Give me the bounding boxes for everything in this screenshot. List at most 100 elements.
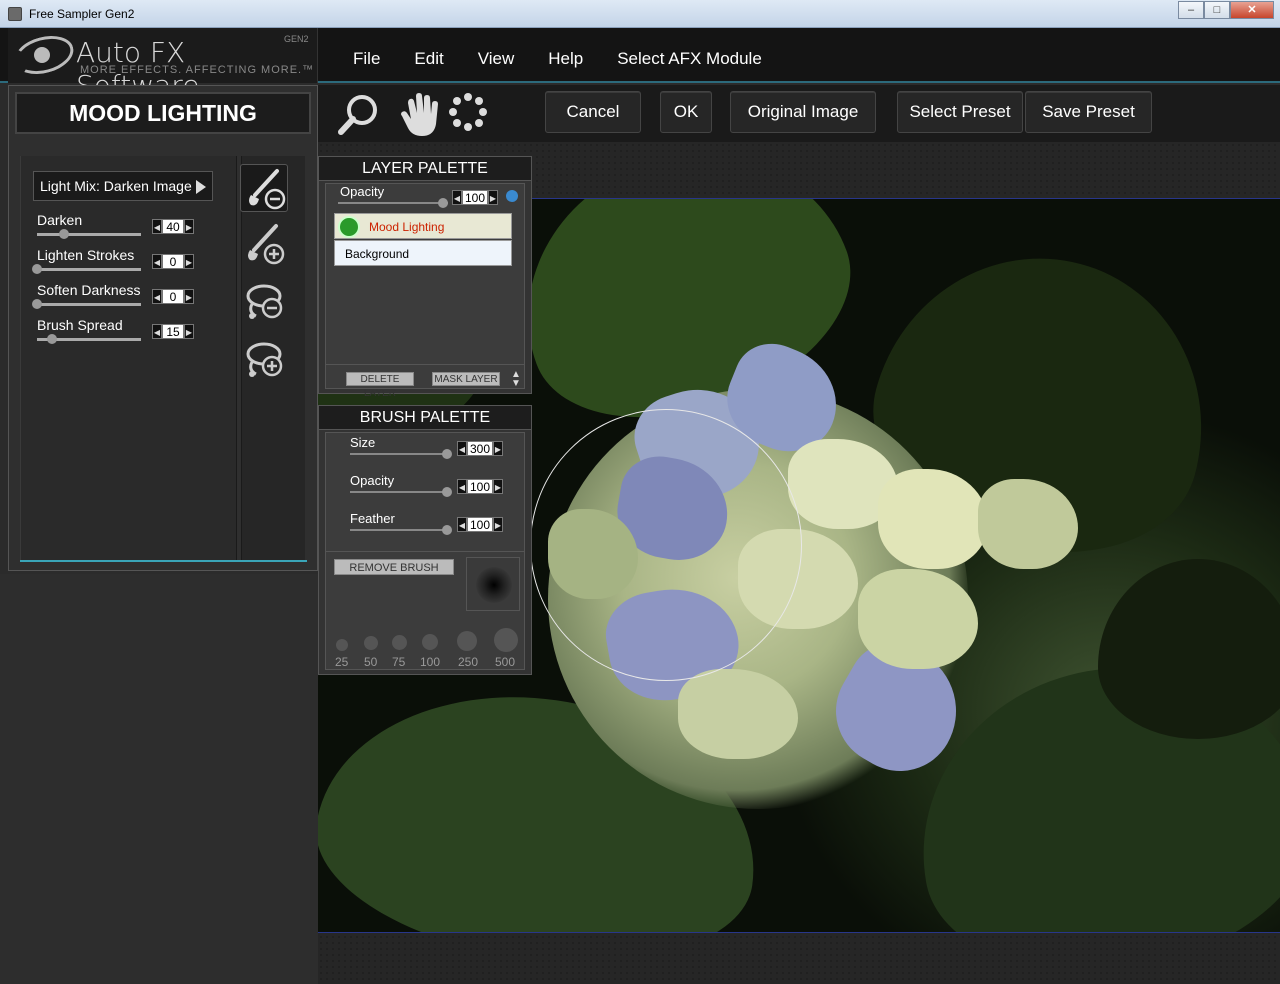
slider-brush-spread[interactable]: Brush Spread ◀ 15 ▶	[27, 317, 197, 347]
layer-opacity-stepper[interactable]: ◀ 100 ▶	[452, 190, 498, 205]
layer-name: Mood Lighting	[369, 220, 445, 234]
increment-arrow-icon[interactable]: ▶	[493, 479, 503, 494]
brush-subtract-icon[interactable]	[240, 164, 288, 212]
stepper-value[interactable]: 40	[162, 219, 184, 234]
stepper-value[interactable]: 0	[162, 254, 184, 269]
lasso-subtract-icon[interactable]	[240, 278, 288, 326]
close-button[interactable]: ✕	[1230, 1, 1274, 19]
brush-size-label-50[interactable]: 50	[364, 655, 377, 669]
palette-resize-icon[interactable]: ▲ ▼	[511, 370, 521, 389]
slider-knob[interactable]	[47, 334, 57, 344]
maximize-button[interactable]: □	[1204, 1, 1230, 19]
hand-icon[interactable]	[394, 92, 440, 143]
increment-arrow-icon[interactable]: ▶	[493, 517, 503, 532]
light-mix-dropdown[interactable]: Light Mix: Darken Image	[33, 171, 213, 201]
slider-track[interactable]	[37, 303, 141, 306]
decrement-arrow-icon[interactable]: ◀	[152, 289, 162, 304]
brush-opacity-track[interactable]	[350, 491, 450, 493]
decrement-arrow-icon[interactable]: ◀	[152, 254, 162, 269]
brush-size-track[interactable]	[350, 453, 450, 455]
brush-size-label-75[interactable]: 75	[392, 655, 405, 669]
decrement-arrow-icon[interactable]: ◀	[457, 517, 467, 532]
decrement-arrow-icon[interactable]: ◀	[452, 190, 462, 205]
brush-feather-value[interactable]: 100	[467, 517, 493, 532]
brush-add-icon[interactable]	[240, 220, 288, 268]
slider-label: Lighten Strokes	[37, 247, 135, 263]
brush-size-preset-500[interactable]	[494, 628, 518, 652]
slider-darken[interactable]: Darken ◀ 40 ▶	[27, 212, 197, 242]
slider-knob[interactable]	[32, 299, 42, 309]
menu-file[interactable]: File	[353, 49, 380, 69]
increment-arrow-icon[interactable]: ▶	[184, 254, 194, 269]
dots-selection-icon[interactable]	[448, 92, 488, 137]
brush-size-stepper[interactable]: ◀ 300 ▶	[457, 441, 503, 456]
menu-select-afx-module[interactable]: Select AFX Module	[617, 49, 762, 69]
increment-arrow-icon[interactable]: ▶	[184, 289, 194, 304]
delete-layer-button[interactable]: DELETE LAYER	[346, 372, 414, 399]
increment-arrow-icon[interactable]: ▶	[488, 190, 498, 205]
brush-size-label-100[interactable]: 100	[420, 655, 440, 669]
decrement-arrow-icon[interactable]: ◀	[457, 479, 467, 494]
brush-feather-track[interactable]	[350, 529, 450, 531]
brush-size-preset-75[interactable]	[392, 635, 407, 650]
stepper[interactable]: ◀ 15 ▶	[152, 324, 194, 339]
slider-knob[interactable]	[32, 264, 42, 274]
left-empty-area	[0, 574, 318, 984]
brush-size-preset-25[interactable]	[336, 639, 348, 651]
brush-feather-knob[interactable]	[442, 525, 452, 535]
layer-opacity-label: Opacity	[340, 184, 385, 199]
save-preset-button[interactable]: Save Preset	[1025, 91, 1152, 133]
stepper[interactable]: ◀ 0 ▶	[152, 289, 194, 304]
app-icon	[8, 7, 22, 21]
slider-track[interactable]	[37, 268, 141, 271]
layer-item-mood-lighting[interactable]: Mood Lighting	[334, 213, 512, 239]
layer-item-background[interactable]: Background	[334, 240, 512, 266]
stepper[interactable]: ◀ 40 ▶	[152, 219, 194, 234]
layer-opacity-value[interactable]: 100	[462, 190, 488, 205]
stepper[interactable]: ◀ 0 ▶	[152, 254, 194, 269]
layer-palette-title: LAYER PALETTE	[319, 157, 531, 181]
menu-view[interactable]: View	[478, 49, 515, 69]
brush-size-preset-250[interactable]	[457, 631, 477, 651]
brush-opacity-value[interactable]: 100	[467, 479, 493, 494]
slider-lighten-strokes[interactable]: Lighten Strokes ◀ 0 ▶	[27, 247, 197, 277]
decrement-arrow-icon[interactable]: ◀	[152, 219, 162, 234]
brush-size-preset-50[interactable]	[364, 636, 378, 650]
layer-opacity-knob[interactable]	[438, 198, 448, 208]
layer-palette-body: Opacity ◀ 100 ▶ Mood Lighting Background…	[325, 183, 525, 399]
increment-arrow-icon[interactable]: ▶	[493, 441, 503, 456]
slider-track[interactable]	[37, 233, 141, 236]
lasso-add-icon[interactable]	[240, 336, 288, 384]
stepper-value[interactable]: 15	[162, 324, 184, 339]
brush-size-preset-100[interactable]	[422, 634, 438, 650]
brush-size-value[interactable]: 300	[467, 441, 493, 456]
stepper-value[interactable]: 0	[162, 289, 184, 304]
decrement-arrow-icon[interactable]: ◀	[152, 324, 162, 339]
brush-opacity-knob[interactable]	[442, 487, 452, 497]
menu-edit[interactable]: Edit	[414, 49, 443, 69]
slider-soften-darkness[interactable]: Soften Darkness ◀ 0 ▶	[27, 282, 197, 312]
brush-size-label-25[interactable]: 25	[335, 655, 348, 669]
brush-size-label-250[interactable]: 250	[458, 655, 478, 669]
mask-layer-button[interactable]: MASK LAYER	[432, 372, 500, 386]
increment-arrow-icon[interactable]: ▶	[184, 219, 194, 234]
menu-help[interactable]: Help	[548, 49, 583, 69]
brush-size-knob[interactable]	[442, 449, 452, 459]
original-image-button[interactable]: Original Image	[730, 91, 876, 133]
minimize-button[interactable]: –	[1178, 1, 1204, 19]
power-icon[interactable]	[338, 216, 360, 238]
layer-opacity-track[interactable]	[338, 202, 448, 204]
brush-opacity-stepper[interactable]: ◀ 100 ▶	[457, 479, 503, 494]
ok-button[interactable]: OK	[660, 91, 712, 133]
panel-divider	[20, 560, 307, 562]
increment-arrow-icon[interactable]: ▶	[184, 324, 194, 339]
cancel-button[interactable]: Cancel	[545, 91, 641, 133]
brush-feather-stepper[interactable]: ◀ 100 ▶	[457, 517, 503, 532]
zoom-icon[interactable]	[336, 92, 382, 143]
layer-info-icon[interactable]	[506, 190, 518, 202]
slider-knob[interactable]	[59, 229, 69, 239]
decrement-arrow-icon[interactable]: ◀	[457, 441, 467, 456]
brush-size-label-500[interactable]: 500	[495, 655, 515, 669]
select-preset-button[interactable]: Select Preset	[897, 91, 1023, 133]
remove-brush-button[interactable]: REMOVE BRUSH	[334, 559, 454, 575]
